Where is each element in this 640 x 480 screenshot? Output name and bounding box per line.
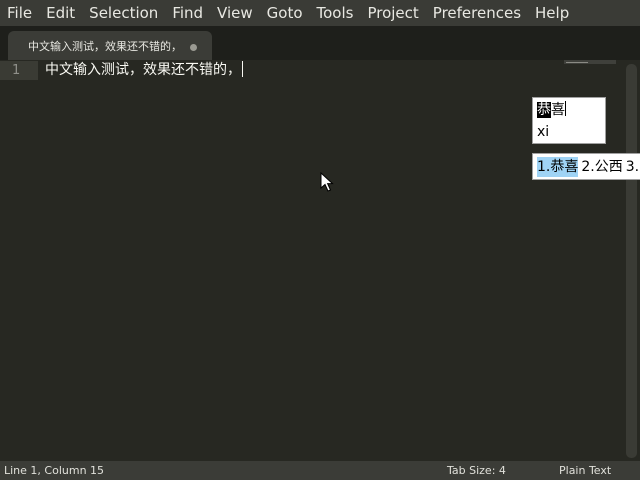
ime-preedit: 恭喜: [537, 101, 566, 119]
code-line-text: 中文输入测试，效果还不错的，: [45, 62, 241, 78]
menu-selection[interactable]: Selection: [82, 0, 165, 26]
ime-preedit-rest: 喜: [551, 102, 565, 118]
status-tab-size[interactable]: Tab Size: 4: [447, 461, 506, 480]
tab-title: 中文输入测试，效果还不错的，: [28, 40, 182, 53]
menu-help[interactable]: Help: [528, 0, 576, 26]
gutter: 1: [0, 60, 38, 461]
menu-preferences[interactable]: Preferences: [426, 0, 528, 26]
minimap-line: [566, 62, 588, 63]
ime-candidate[interactable]: 1.恭喜: [537, 157, 579, 177]
menu-project[interactable]: Project: [360, 0, 425, 26]
menu-file[interactable]: File: [0, 0, 39, 26]
ime-candidate-list: 1.恭喜 2.公西 3.: [532, 153, 640, 180]
file-tab[interactable]: 中文输入测试，效果还不错的，: [8, 31, 212, 60]
menu-tools[interactable]: Tools: [310, 0, 361, 26]
status-bar: Line 1, Column 15 Tab Size: 4 Plain Text: [0, 461, 640, 480]
ime-composition-window: 恭喜 xi: [532, 97, 606, 144]
menu-bar: File Edit Selection Find View Goto Tools…: [0, 0, 640, 26]
menu-goto[interactable]: Goto: [260, 0, 310, 26]
text-caret: [242, 61, 243, 77]
dot-icon[interactable]: [190, 44, 197, 51]
ime-pinyin: xi: [537, 124, 550, 140]
code-line[interactable]: 中文输入测试，效果还不错的，: [45, 60, 243, 80]
menu-view[interactable]: View: [210, 0, 260, 26]
line-number: 1: [0, 61, 38, 80]
status-syntax[interactable]: Plain Text: [559, 461, 611, 480]
status-cursor-position: Line 1, Column 15: [4, 464, 105, 477]
menu-edit[interactable]: Edit: [39, 0, 82, 26]
menu-find[interactable]: Find: [165, 0, 210, 26]
mouse-pointer-icon: [320, 172, 334, 192]
vertical-scrollbar[interactable]: [626, 64, 637, 458]
ime-candidate[interactable]: 3.: [626, 157, 639, 177]
tab-bar: 中文输入测试，效果还不错的，: [0, 26, 640, 60]
ime-preedit-selected: 恭: [537, 102, 551, 118]
ime-candidate[interactable]: 2.公西: [581, 157, 622, 177]
ime-caret: [565, 101, 566, 116]
